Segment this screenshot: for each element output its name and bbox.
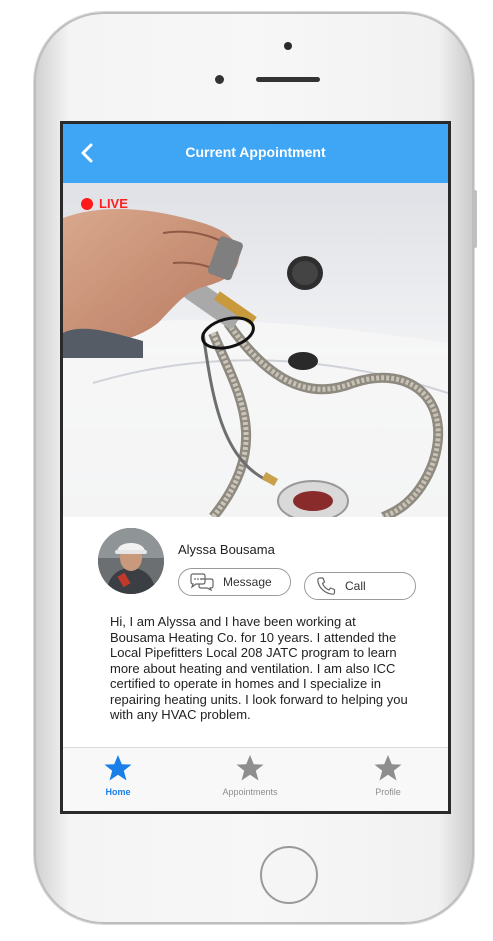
technician-card: Alyssa Bousama Message Call Hi, I am Aly…: [63, 517, 448, 747]
front-camera: [215, 75, 224, 84]
phone-screen: Current Appointment LIVE Alyssa Bousama …: [60, 121, 451, 814]
message-button[interactable]: Message: [178, 568, 291, 596]
tab-home[interactable]: Home: [63, 748, 173, 811]
video-frame-image: [63, 183, 448, 517]
call-button-label: Call: [345, 579, 366, 593]
earpiece-speaker: [256, 77, 320, 82]
recording-dot-icon: [81, 197, 93, 210]
tab-profile-label: Profile: [375, 787, 401, 797]
live-indicator: LIVE: [81, 196, 128, 211]
tab-appointments[interactable]: Appointments: [195, 748, 305, 811]
technician-photo: [98, 528, 164, 594]
proximity-sensor: [284, 42, 292, 50]
page-title: Current Appointment: [185, 144, 326, 160]
live-label: LIVE: [99, 196, 128, 211]
phone-icon: [317, 577, 336, 595]
technician-name: Alyssa Bousama: [178, 542, 275, 557]
message-button-label: Message: [223, 575, 272, 589]
technician-bio: Hi, I am Alyssa and I have been working …: [110, 614, 408, 722]
tab-profile[interactable]: Profile: [333, 748, 443, 811]
star-icon: [104, 755, 132, 781]
chat-bubbles-icon: [190, 573, 214, 591]
tab-home-label: Home: [105, 787, 131, 797]
home-button[interactable]: [260, 846, 318, 904]
tab-bar: Home Appointments Profile: [63, 747, 448, 811]
avatar: [98, 528, 164, 594]
navigation-bar: Current Appointment: [63, 124, 448, 183]
star-icon: [236, 755, 264, 781]
star-icon: [374, 755, 402, 781]
tab-appointments-label: Appointments: [222, 787, 278, 797]
live-video-feed[interactable]: LIVE: [63, 183, 448, 517]
volume-button: [473, 190, 477, 248]
call-button[interactable]: Call: [304, 572, 416, 600]
